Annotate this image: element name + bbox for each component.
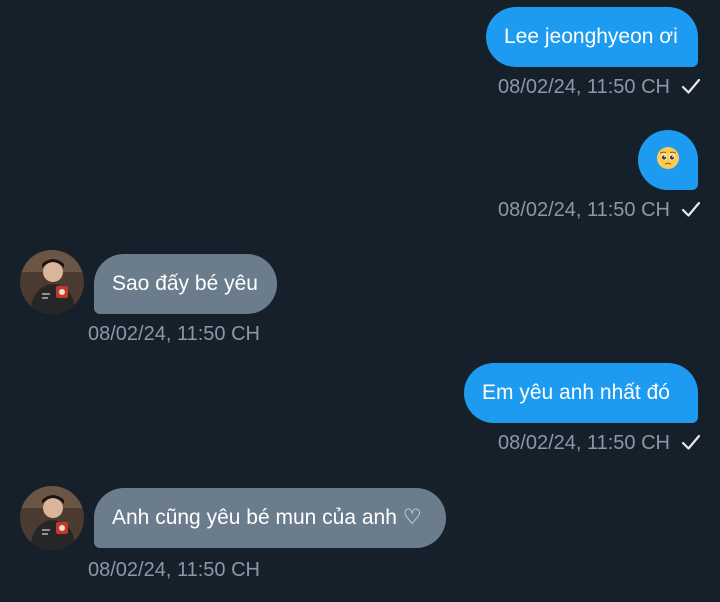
pleading-face-icon [657, 147, 679, 170]
avatar[interactable] [20, 486, 84, 550]
message-text: Lee jeonghyeon ơi [504, 25, 678, 48]
check-icon [681, 78, 701, 94]
avatar-image [20, 486, 84, 550]
message-timestamp: 08/02/24, 11:50 CH [498, 73, 702, 101]
avatar-image [20, 250, 84, 314]
message-text: Anh cũng yêu bé mun của anh ♡ [112, 506, 422, 529]
message-text: Sao đấy bé yêu [112, 272, 258, 295]
check-icon [681, 434, 701, 450]
message-bubble-outgoing[interactable] [638, 130, 698, 190]
message-bubble-incoming[interactable]: Anh cũng yêu bé mun của anh ♡ [94, 488, 446, 548]
message-timestamp: 08/02/24, 11:50 CH [498, 196, 702, 224]
message-bubble-outgoing[interactable]: Em yêu anh nhất đó [464, 363, 698, 423]
message-text: Em yêu anh nhất đó [482, 381, 670, 404]
message-timestamp: 08/02/24, 11:50 CH [498, 429, 702, 457]
message-timestamp: 08/02/24, 11:50 CH [88, 559, 260, 581]
check-icon [681, 201, 701, 217]
message-timestamp: 08/02/24, 11:50 CH [88, 323, 260, 345]
message-bubble-incoming[interactable]: Sao đấy bé yêu [94, 254, 277, 314]
avatar[interactable] [20, 250, 84, 314]
message-bubble-outgoing[interactable]: Lee jeonghyeon ơi [486, 7, 698, 67]
